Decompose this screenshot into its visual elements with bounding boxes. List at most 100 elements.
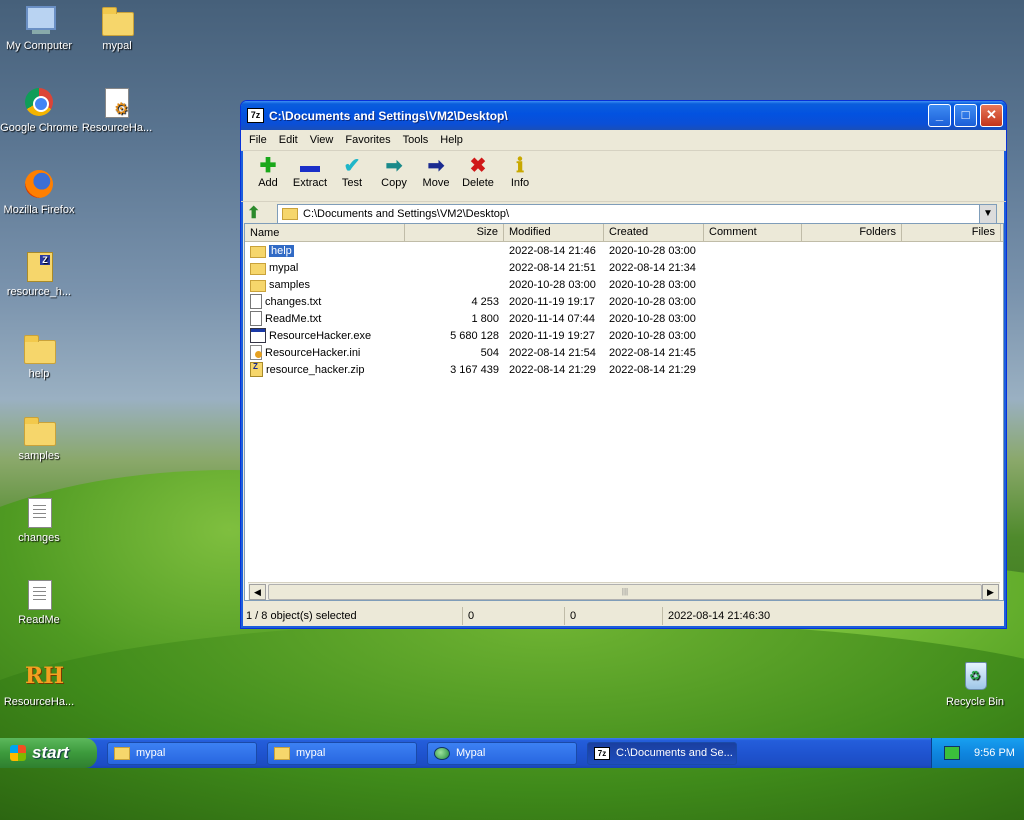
file-modified: 2020-11-14 07:44 (509, 312, 596, 325)
table-row[interactable]: ResourceHacker.ini 504 2022-08-14 21:54 … (245, 344, 1003, 361)
tool-label: Add (258, 177, 278, 189)
table-row[interactable]: ReadMe.txt 1 800 2020-11-14 07:44 2020-1… (245, 310, 1003, 327)
column-size[interactable]: Size (405, 224, 504, 241)
folder-icon (250, 245, 266, 258)
config-file-icon (105, 88, 129, 119)
up-folder-icon[interactable]: ⬆ (247, 205, 265, 223)
clock[interactable]: 9:56 PM (974, 747, 1015, 759)
7zip-icon: 7z (594, 746, 610, 760)
menu-tools[interactable]: Tools (399, 134, 433, 146)
column-created[interactable]: Created (604, 224, 704, 241)
tool-label: Info (510, 177, 530, 189)
folder-icon (274, 746, 290, 760)
column-folders[interactable]: Folders (802, 224, 902, 241)
firefox-icon (25, 170, 53, 198)
horizontal-scrollbar[interactable]: ◀ ||| ▶ (248, 582, 1000, 600)
test-button[interactable]: ✔ Test (331, 151, 373, 201)
desktop-icon-label: Mozilla Firefox (3, 204, 75, 216)
menu-edit[interactable]: Edit (275, 134, 302, 146)
globe-icon (434, 746, 450, 760)
column-comment[interactable]: Comment (704, 224, 802, 241)
file-name: resource_hacker.zip (266, 363, 365, 376)
executable-icon (250, 328, 266, 343)
desktop-icon-mypal-folder[interactable]: mypal (78, 4, 156, 52)
network-icon[interactable] (944, 746, 960, 760)
7zip-window: 7z C:\Documents and Settings\VM2\Desktop… (240, 100, 1007, 629)
desktop-icon-resourcehacker-app[interactable]: RH ResourceHa... (0, 660, 78, 708)
desktop-icon-my-computer[interactable]: My Computer (0, 4, 78, 52)
start-button[interactable]: start (0, 738, 97, 768)
table-row[interactable]: samples 2020-10-28 03:00 2020-10-28 03:0… (245, 276, 1003, 293)
table-row[interactable]: changes.txt 4 253 2020-11-19 19:17 2020-… (245, 293, 1003, 310)
menu-bar: File Edit View Favorites Tools Help (241, 130, 1006, 151)
address-combobox[interactable]: C:\Documents and Settings\VM2\Desktop\ ▼ (277, 204, 997, 224)
desktop-icon-changes[interactable]: changes (0, 496, 78, 544)
taskbar-item-mypal-browser[interactable]: Mypal (427, 741, 577, 765)
delete-button[interactable]: ✖ Delete (457, 151, 499, 201)
menu-help[interactable]: Help (436, 134, 467, 146)
file-name: mypal (269, 261, 299, 274)
minimize-button[interactable]: _ (928, 104, 951, 127)
desktop-icon-readme[interactable]: ReadMe (0, 578, 78, 626)
desktop-icon-label: changes (18, 532, 60, 544)
desktop-icon-resource-hacker-zip[interactable]: resource_h... (0, 250, 78, 298)
chevron-down-icon[interactable]: ▼ (979, 205, 996, 223)
add-button[interactable]: ✚ Add (247, 151, 289, 201)
table-row[interactable]: help 2022-08-14 21:46 2020-10-28 03:00 (245, 242, 1003, 259)
window-titlebar[interactable]: 7z C:\Documents and Settings\VM2\Desktop… (241, 101, 1006, 130)
desktop-icon-label: ReadMe (18, 614, 60, 626)
maximize-button[interactable]: □ (954, 104, 977, 127)
copy-button[interactable]: ➡ Copy (373, 151, 415, 201)
desktop-icon-recycle-bin[interactable]: Recycle Bin (936, 660, 1014, 708)
taskbar-item-mypal-folder[interactable]: mypal (107, 741, 257, 765)
close-button[interactable]: ✕ (980, 104, 1003, 127)
move-arrow-icon: ➡ (427, 155, 445, 177)
check-icon: ✔ (343, 155, 361, 177)
taskbar-item-7zip[interactable]: 7z C:\Documents and Se... (587, 741, 737, 765)
file-modified: 2022-08-14 21:51 (509, 261, 596, 274)
info-button[interactable]: ℹ Info (499, 151, 541, 201)
scrollbar-thumb[interactable]: ||| (268, 584, 982, 600)
scroll-right-icon[interactable]: ▶ (982, 584, 999, 600)
file-name: samples (269, 278, 310, 291)
folder-icon (102, 7, 134, 36)
table-row[interactable]: mypal 2022-08-14 21:51 2022-08-14 21:34 (245, 259, 1003, 276)
column-name[interactable]: Name (245, 224, 405, 241)
menu-file[interactable]: File (245, 134, 271, 146)
file-modified: 2020-11-19 19:17 (509, 295, 596, 308)
file-created: 2020-10-28 03:00 (609, 312, 696, 325)
extract-button[interactable]: ▬ Extract (289, 151, 331, 201)
status-packed-size: 0 (565, 607, 663, 625)
move-button[interactable]: ➡ Move (415, 151, 457, 201)
address-text: C:\Documents and Settings\VM2\Desktop\ (303, 208, 510, 220)
file-list[interactable]: Name Size Modified Created Comment Folde… (244, 223, 1004, 601)
desktop-icon-resourcehacker-config[interactable]: ResourceHa... (78, 86, 156, 134)
taskbar-item-mypal-folder-2[interactable]: mypal (267, 741, 417, 765)
column-files[interactable]: Files (902, 224, 1001, 241)
folder-icon (24, 417, 56, 446)
column-modified[interactable]: Modified (504, 224, 604, 241)
desktop-icon-samples-folder[interactable]: samples (0, 414, 78, 462)
file-modified: 2020-10-28 03:00 (509, 278, 596, 291)
recycle-bin-icon (965, 662, 987, 690)
table-row[interactable]: resource_hacker.zip 3 167 439 2022-08-14… (245, 361, 1003, 378)
table-row[interactable]: ResourceHacker.exe 5 680 128 2020-11-19 … (245, 327, 1003, 344)
chrome-icon (25, 88, 53, 116)
file-created: 2022-08-14 21:45 (609, 346, 696, 359)
taskbar-item-label: mypal (296, 747, 326, 759)
status-bar: 1 / 8 object(s) selected 0 0 2022-08-14 … (241, 604, 1006, 628)
menu-view[interactable]: View (306, 134, 338, 146)
desktop-icon-google-chrome[interactable]: Google Chrome (0, 86, 78, 134)
desktop-icon-help-folder[interactable]: help (0, 332, 78, 380)
info-icon: ℹ (516, 155, 524, 177)
taskbar-item-label: mypal (136, 747, 166, 759)
file-created: 2020-10-28 03:00 (609, 295, 696, 308)
desktop-icon-label: mypal (102, 40, 132, 52)
tool-label: Delete (462, 177, 494, 189)
desktop-icon-label: samples (18, 450, 60, 462)
desktop-icon-mozilla-firefox[interactable]: Mozilla Firefox (0, 168, 78, 216)
scroll-left-icon[interactable]: ◀ (249, 584, 266, 600)
menu-favorites[interactable]: Favorites (341, 134, 394, 146)
minus-icon: ▬ (300, 155, 320, 177)
tool-label: Extract (292, 177, 328, 189)
